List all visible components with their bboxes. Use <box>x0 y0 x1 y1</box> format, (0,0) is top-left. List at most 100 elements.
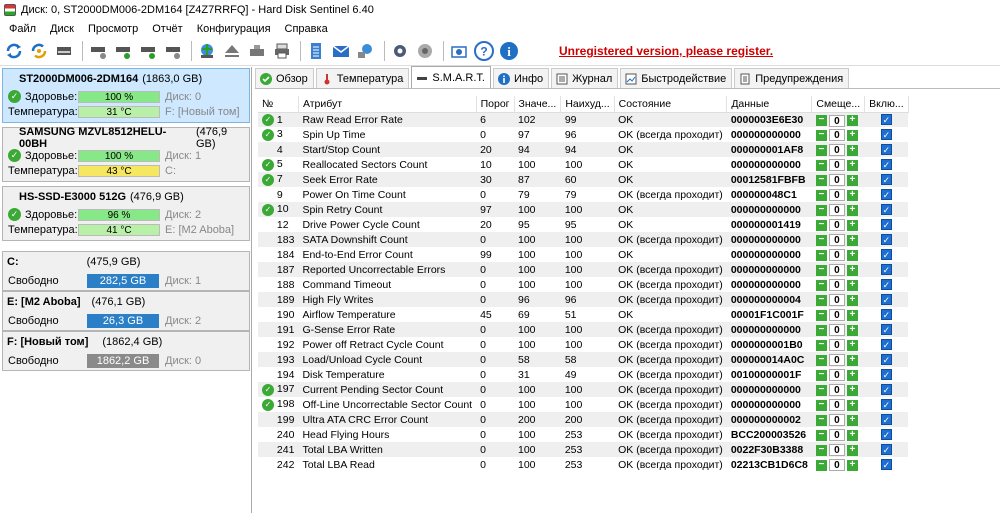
table-row[interactable]: 184 End-to-End Error Count 99 100 100 OK 00000… <box>258 247 908 262</box>
network-icon[interactable] <box>355 40 377 62</box>
minus-icon[interactable]: − <box>815 294 827 306</box>
offset-value[interactable]: 0 <box>828 444 845 457</box>
sound-icon[interactable] <box>414 40 436 62</box>
enabled-checkbox[interactable]: ✓ <box>880 188 892 200</box>
disk-test-icon[interactable] <box>87 40 109 62</box>
plus-icon[interactable]: + <box>846 324 858 336</box>
plus-icon[interactable]: + <box>846 384 858 396</box>
plus-icon[interactable]: + <box>846 414 858 426</box>
plus-icon[interactable]: + <box>846 339 858 351</box>
minus-icon[interactable]: − <box>815 279 827 291</box>
offset-value[interactable]: 0 <box>828 204 845 217</box>
enabled-checkbox[interactable]: ✓ <box>880 173 892 185</box>
minus-icon[interactable]: − <box>815 369 827 381</box>
enabled-checkbox[interactable]: ✓ <box>880 143 892 155</box>
offset-value[interactable]: 0 <box>828 459 845 472</box>
enabled-checkbox[interactable]: ✓ <box>880 203 892 215</box>
plus-icon[interactable]: + <box>846 159 858 171</box>
minus-icon[interactable]: − <box>815 129 827 141</box>
volume-card[interactable]: F: [Новый том] (1862,4 GB) Свободно 1862,… <box>2 331 250 371</box>
enabled-checkbox[interactable]: ✓ <box>880 323 892 335</box>
table-row[interactable]: 4 Start/Stop Count 20 94 94 OK 000000001AF8−0 +… <box>258 142 909 157</box>
minus-icon[interactable]: − <box>815 444 827 456</box>
minus-icon[interactable]: − <box>815 399 827 411</box>
screenshot-icon[interactable] <box>448 40 470 62</box>
enabled-checkbox[interactable]: ✓ <box>880 308 892 320</box>
enabled-checkbox[interactable]: ✓ <box>880 128 892 140</box>
menu-report[interactable]: Отчёт <box>145 23 189 35</box>
plus-icon[interactable]: + <box>846 294 858 306</box>
minus-icon[interactable]: − <box>815 219 827 231</box>
menu-view[interactable]: Просмотр <box>81 23 145 35</box>
volume-card[interactable]: C: (475,9 GB) Свободно 282,5 GB Диск: 1 <box>2 251 250 291</box>
offset-value[interactable]: 0 <box>828 309 845 322</box>
offset-value[interactable]: 0 <box>828 414 845 427</box>
table-row[interactable]: 9 Power On Time Count 0 79 79 OK (всегда прох… <box>258 187 908 202</box>
offset-value[interactable]: 0 <box>828 174 845 187</box>
minus-icon[interactable]: − <box>815 429 827 441</box>
table-row[interactable]: 240 Head Flying Hours 0 100 253 OK (всегда пр… <box>258 427 908 442</box>
table-row[interactable]: 194 Disk Temperature 0 31 49 OK (всегда прохо… <box>258 367 908 382</box>
tab-log[interactable]: Журнал <box>551 68 619 88</box>
plus-icon[interactable]: + <box>846 219 858 231</box>
minus-icon[interactable]: − <box>815 115 827 126</box>
minus-icon[interactable]: − <box>815 339 827 351</box>
enabled-checkbox[interactable]: ✓ <box>880 428 892 440</box>
enabled-checkbox[interactable]: ✓ <box>880 353 892 365</box>
plus-icon[interactable]: + <box>846 444 858 456</box>
enabled-checkbox[interactable]: ✓ <box>880 293 892 305</box>
table-row[interactable]: ✓ 1 Raw Read Error Rate 6 102 99 OK 0000003E6E… <box>258 112 909 127</box>
info-icon[interactable]: i <box>498 40 520 62</box>
table-row[interactable]: 192 Power off Retract Cycle Count 0 100 100 O… <box>258 337 908 352</box>
minus-icon[interactable]: − <box>815 309 827 321</box>
offset-value[interactable]: 0 <box>828 384 845 397</box>
tab-smart[interactable]: S.M.A.R.T. <box>411 66 491 88</box>
offset-value[interactable]: 0 <box>828 279 845 292</box>
minus-icon[interactable]: − <box>815 249 827 261</box>
disk-test4-icon[interactable] <box>162 40 184 62</box>
table-row[interactable]: 191 G-Sense Error Rate 0 100 100 OK (всегда п… <box>258 322 909 337</box>
enabled-checkbox[interactable]: ✓ <box>880 338 892 350</box>
minus-icon[interactable]: − <box>815 144 827 156</box>
menu-file[interactable]: Файл <box>2 23 43 35</box>
plus-icon[interactable]: + <box>846 309 858 321</box>
printer-icon[interactable] <box>271 40 293 62</box>
enabled-checkbox[interactable]: ✓ <box>880 158 892 170</box>
tab-warnings[interactable]: Предупреждения <box>734 68 850 88</box>
offset-value[interactable]: 0 <box>828 264 845 277</box>
minus-icon[interactable]: − <box>815 189 827 201</box>
table-row[interactable]: ✓ 198 Off-Line Uncorrectable Sector Count… <box>258 397 908 412</box>
offset-value[interactable]: 0 <box>828 369 845 382</box>
plus-icon[interactable]: + <box>846 354 858 366</box>
table-row[interactable]: 241 Total LBA Written 0 100 253 OK (всегда пр… <box>258 442 909 457</box>
offset-value[interactable]: 0 <box>828 219 845 232</box>
offset-value[interactable]: 0 <box>828 144 845 157</box>
minus-icon[interactable]: − <box>815 354 827 366</box>
enabled-checkbox[interactable]: ✓ <box>880 233 892 245</box>
tab-temperature[interactable]: Температура <box>315 68 410 88</box>
table-row[interactable]: ✓ 5 Reallocated Sectors Count 10 100 100 OK 00… <box>258 157 908 172</box>
eject-icon[interactable] <box>221 40 243 62</box>
plus-icon[interactable]: + <box>846 399 858 411</box>
plus-icon[interactable]: + <box>846 234 858 246</box>
enabled-checkbox[interactable]: ✓ <box>880 458 892 470</box>
col-threshold[interactable]: Порог <box>476 96 515 113</box>
plus-icon[interactable]: + <box>846 249 858 261</box>
minus-icon[interactable]: − <box>815 204 827 216</box>
col-enabled[interactable]: Вклю... <box>864 96 909 113</box>
table-row[interactable]: 183 SATA Downshift Count 0 100 100 OK (всегда… <box>258 232 909 247</box>
settings-icon[interactable] <box>389 40 411 62</box>
table-row[interactable]: 193 Load/Unload Cycle Count 0 58 58 OK (всегд… <box>258 352 909 367</box>
table-row[interactable]: 188 Command Timeout 0 100 100 OK (всегда прох… <box>258 277 908 292</box>
enabled-checkbox[interactable]: ✓ <box>880 383 892 395</box>
disk-card[interactable]: HS-SSD-E3000 512G (476,9 GB) ✓ Здоровье: … <box>2 186 250 241</box>
minus-icon[interactable]: − <box>815 384 827 396</box>
col-value[interactable]: Значе... <box>514 96 562 113</box>
plus-icon[interactable]: + <box>846 429 858 441</box>
plus-icon[interactable]: + <box>846 369 858 381</box>
plus-icon[interactable]: + <box>846 204 858 216</box>
disk-card[interactable]: ST2000DM006-2DM164 (1863,0 GB) ✓ Здоровье… <box>2 68 250 123</box>
enabled-checkbox[interactable]: ✓ <box>880 248 892 260</box>
minus-icon[interactable]: − <box>815 174 827 186</box>
col-attribute[interactable]: Атрибут <box>298 96 477 113</box>
